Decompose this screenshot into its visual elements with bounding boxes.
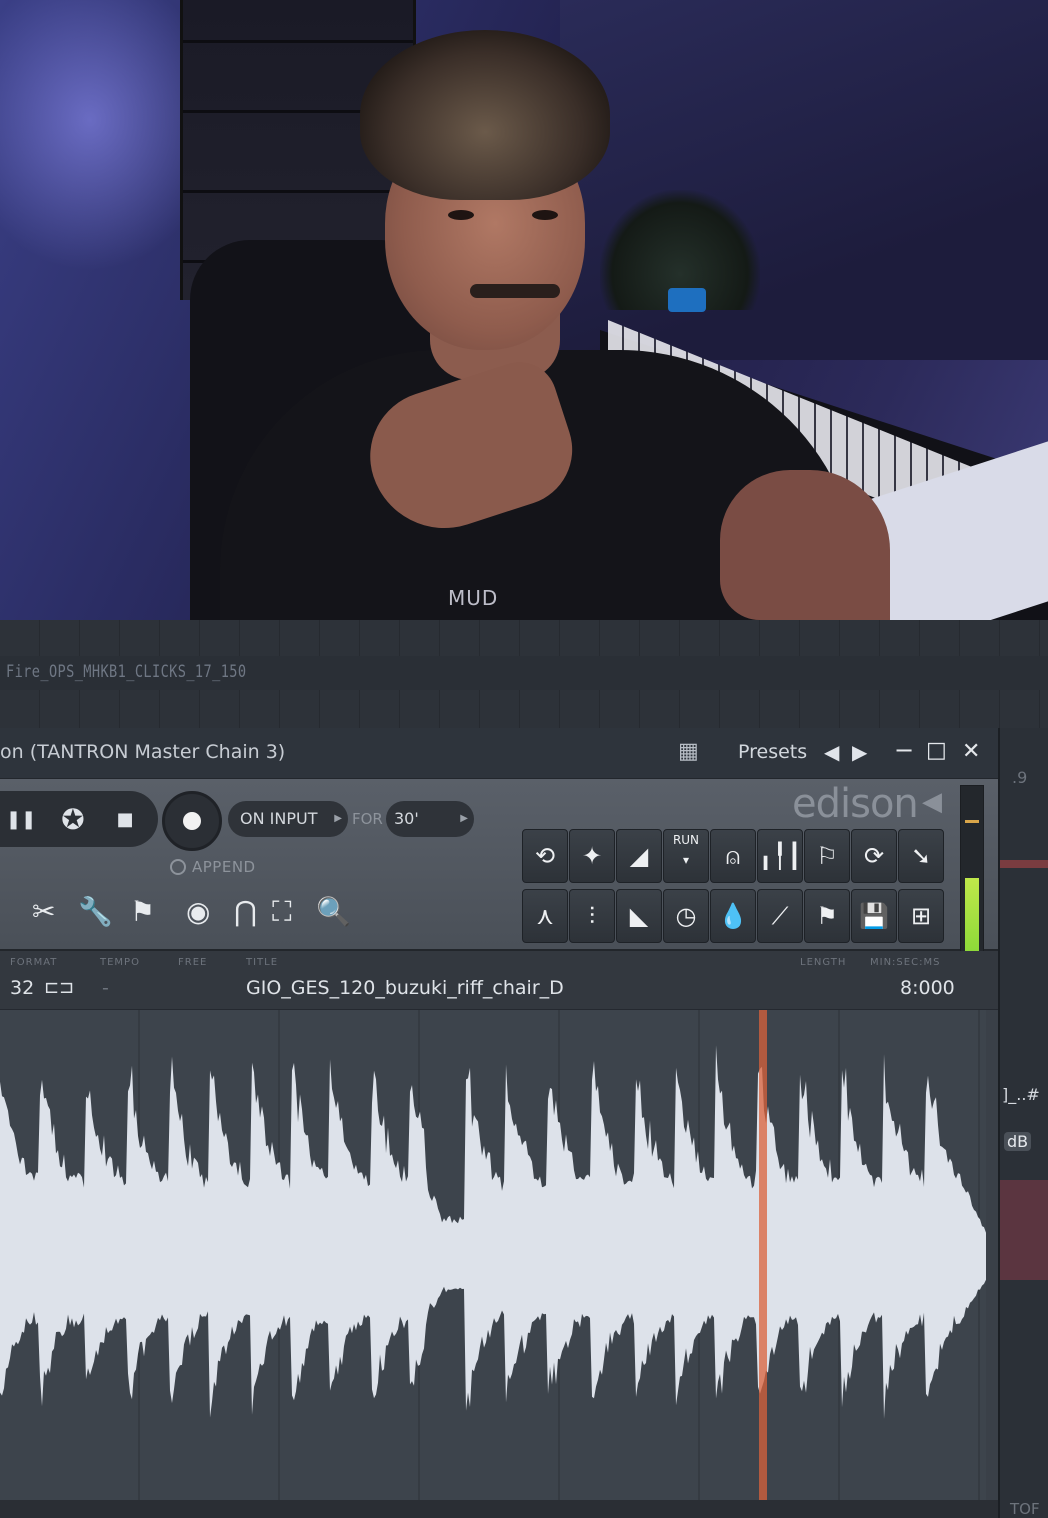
daw-area: Fire_OPS_MHKB1_CLICKS_17_150 .9 ]_..# dB… — [0, 620, 1048, 1518]
window-titlebar[interactable]: on (TANTRON Master Chain 3) ▦ Presets ◀ … — [0, 728, 998, 779]
shirt-print: MUD — [448, 586, 499, 610]
for-label: FOR — [352, 810, 383, 828]
person-hair — [360, 30, 610, 200]
tool-button-grid: ⟲ ✦ ◢ RUN ▾ ⍝ ╻╿┃ ⚐ ⟳ ➘ ⋏ ⫶ ◣ ◷ 💧 ⟋ ⚑ 💾 ⊞ — [522, 829, 950, 945]
zoom-icon[interactable]: 🔍 — [316, 895, 351, 928]
drag-out-icon[interactable]: ⊞ — [898, 889, 944, 943]
presets-button[interactable]: Presets — [738, 741, 807, 763]
playlist-track-2[interactable] — [0, 690, 1048, 728]
add-marker-icon[interactable]: ⚐ — [804, 829, 850, 883]
remove-marker-icon[interactable]: ⚑ — [804, 889, 850, 943]
clock-icon[interactable]: ◷ — [663, 889, 709, 943]
transport-controls: ❚❚ ✪ ■ — [0, 791, 158, 847]
length-label: LENGTH — [800, 957, 847, 968]
fade-in-icon[interactable]: ◢ — [616, 829, 662, 883]
plant-pot — [668, 288, 706, 312]
fade-out-icon[interactable]: ◣ — [616, 889, 662, 943]
chevron-right-icon: ▶ — [334, 813, 342, 824]
side-label-d: TOF — [1010, 1500, 1040, 1518]
chevron-right-icon: ▶ — [460, 813, 468, 824]
marker-icon[interactable]: ⚑ — [130, 895, 155, 928]
person-arm-right — [720, 470, 890, 620]
rocket-icon[interactable]: ⍝ — [710, 829, 756, 883]
undo-icon[interactable]: ⟲ — [522, 829, 568, 883]
edison-window: on (TANTRON Master Chain 3) ▦ Presets ◀ … — [0, 728, 1000, 1518]
time-format-label: MIN:SEC:MS — [870, 957, 941, 968]
record-mode-select[interactable]: ON INPUT ▶ — [228, 801, 348, 837]
record-icon — [183, 812, 201, 830]
append-radio[interactable] — [170, 859, 186, 875]
append-label: APPEND — [192, 858, 256, 876]
playhead[interactable] — [759, 1010, 767, 1500]
playlist-track[interactable]: Fire_OPS_MHKB1_CLICKS_17_150 — [0, 656, 1048, 690]
side-label-c: dB — [1004, 1132, 1032, 1151]
normalize-icon[interactable]: ✦ — [569, 829, 615, 883]
title-label: TITLE — [246, 957, 279, 968]
fit-icon[interactable]: ⛶ — [272, 895, 292, 929]
side-clip-marker — [1000, 860, 1048, 868]
format-label: FORMAT — [10, 957, 58, 968]
eye-icon[interactable]: ◉ — [186, 895, 210, 928]
side-label-b: ]_..# — [1002, 1085, 1040, 1104]
person-eye-left — [448, 210, 474, 220]
level-peak — [965, 820, 979, 823]
select-icon[interactable]: ➘ — [898, 829, 944, 883]
format-value: 32 — [10, 977, 35, 999]
preset-next-icon[interactable]: ▶ — [852, 740, 867, 764]
declick-icon[interactable]: ⫶ — [569, 889, 615, 943]
grid-icon[interactable]: ▦ — [678, 740, 702, 764]
loop-icon[interactable]: ✪ — [58, 805, 88, 835]
sample-info-bar: FORMAT 32 ⊏⊐ TEMPO - FREE TITLE GIO_GES_… — [0, 951, 998, 1010]
close-button[interactable]: ✕ — [962, 739, 980, 764]
magnet-icon[interactable]: ⋂ — [234, 895, 257, 928]
person-mustache — [470, 284, 560, 298]
reverse-icon[interactable]: ⟳ — [851, 829, 897, 883]
window-title: on (TANTRON Master Chain 3) — [0, 741, 286, 763]
record-button[interactable] — [162, 791, 222, 851]
sample-title[interactable]: GIO_GES_120_buzuki_riff_chair_D — [246, 977, 564, 999]
duration-value: 30' — [394, 809, 419, 828]
duration-select[interactable]: 30' ▶ — [386, 801, 474, 837]
speaker-icon[interactable]: ◀ — [922, 787, 942, 817]
run-script-icon[interactable]: RUN ▾ — [663, 829, 709, 883]
side-panel — [1000, 728, 1048, 1518]
preset-prev-icon[interactable]: ◀ — [824, 740, 839, 764]
webcam-feed: MUD — [0, 0, 1048, 620]
scissors-icon[interactable]: ✂ — [32, 895, 55, 928]
overview-bar[interactable] — [0, 1500, 998, 1518]
drop-icon[interactable]: 💧 — [710, 889, 756, 943]
edison-logo: edison — [792, 781, 919, 827]
waveform — [0, 1045, 986, 1419]
length-value: 8:000 — [900, 977, 955, 999]
edison-toolbar: ❚❚ ✪ ■ ON INPUT ▶ FOR 30' ▶ APPEND ✂ 🔧 ⚑… — [0, 779, 998, 1003]
feather-icon[interactable]: ⟋ — [757, 889, 803, 943]
waveform-shape — [0, 1045, 986, 1419]
track-name: Fire_OPS_MHKB1_CLICKS_17_150 — [6, 662, 247, 682]
save-icon[interactable]: 💾 — [851, 889, 897, 943]
record-mode-value: ON INPUT — [240, 809, 318, 828]
side-label-a: .9 — [1012, 768, 1028, 787]
maximize-button[interactable]: □ — [926, 738, 947, 763]
format-icon: ⊏⊐ — [44, 977, 75, 998]
wrench-icon[interactable]: 🔧 — [78, 895, 113, 928]
side-clip — [1000, 1180, 1048, 1280]
tempo-label: TEMPO — [100, 957, 140, 968]
person-eye-right — [532, 210, 558, 220]
split-icon[interactable]: ⋏ — [522, 889, 568, 943]
minimize-button[interactable]: − — [894, 736, 914, 764]
spectrum-icon[interactable]: ╻╿┃ — [757, 829, 803, 883]
waveform-view[interactable] — [0, 1010, 986, 1500]
playlist-ruler[interactable] — [0, 620, 1048, 657]
stop-icon[interactable]: ■ — [110, 805, 140, 835]
free-label: FREE — [178, 957, 208, 968]
tempo-value: - — [102, 977, 109, 999]
pause-icon[interactable]: ❚❚ — [6, 805, 36, 835]
